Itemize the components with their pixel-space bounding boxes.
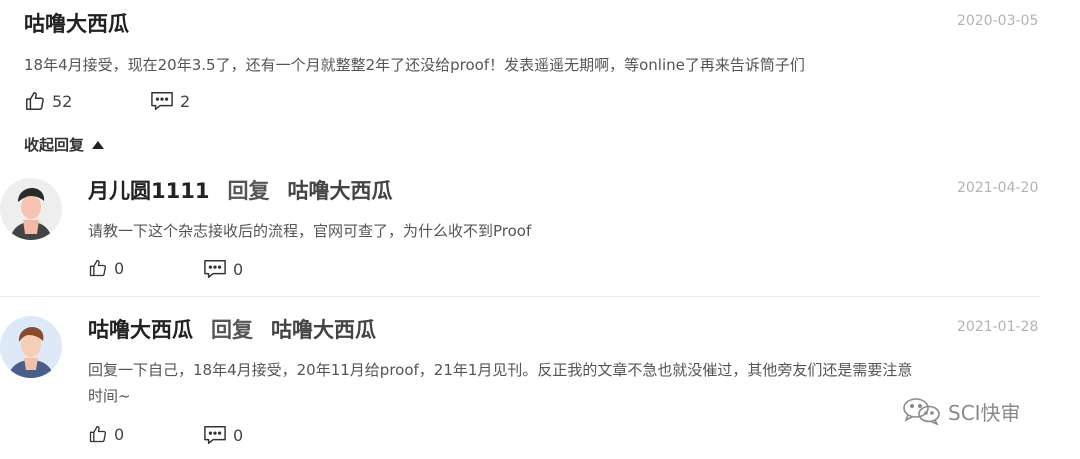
reply-text-line2: 时间~ — [88, 387, 131, 405]
comment-button[interactable]: 0 — [203, 424, 243, 446]
avatar[interactable] — [0, 316, 62, 378]
reply-date: 2021-01-28 — [957, 319, 1039, 335]
comment-count: 2 — [180, 91, 191, 111]
watermark: SCI快审 — [902, 396, 1021, 426]
divider — [0, 296, 1040, 297]
comment-icon — [151, 92, 173, 110]
reply-text: 请教一下这个杂志接收后的流程，官网可查了，为什么收不到Proof — [88, 222, 532, 240]
comment-count: 0 — [233, 425, 244, 445]
like-count: 0 — [114, 258, 125, 278]
collapse-replies-toggle[interactable]: 收起回复 — [24, 134, 105, 155]
like-button[interactable]: 0 — [88, 258, 124, 278]
comment-text: 18年4月接受，现在20年3.5了，还有一个月就整整2年了还没给proof！发表… — [24, 56, 805, 74]
reply-date: 2021-04-20 — [957, 180, 1039, 196]
comment-button[interactable]: 0 — [203, 258, 243, 280]
comment-button[interactable]: 2 — [150, 90, 190, 112]
comment-date: 2020-03-05 — [957, 13, 1039, 29]
avatar[interactable] — [0, 178, 62, 240]
comment-username[interactable]: 咕噜大西瓜 — [24, 8, 129, 38]
reply-word: 回复 — [211, 318, 253, 342]
like-button[interactable]: 0 — [88, 424, 124, 444]
comment-count: 0 — [233, 259, 244, 279]
thumbs-up-icon — [89, 259, 107, 277]
reply-to-username[interactable]: 咕噜大西瓜 — [287, 175, 392, 205]
reply-to-username[interactable]: 咕噜大西瓜 — [271, 314, 376, 344]
comment-icon — [204, 426, 226, 444]
thumbs-up-icon — [26, 92, 44, 110]
like-button[interactable]: 52 — [24, 90, 72, 112]
comment-icon — [204, 260, 226, 278]
like-count: 52 — [52, 91, 73, 111]
watermark-text: SCI快审 — [948, 400, 1021, 425]
reply-text-line1: 回复一下自己，18年4月接受，20年11月给proof，21年1月见刊。反正我的… — [88, 361, 913, 379]
caret-up-icon — [92, 140, 105, 149]
wechat-icon — [903, 398, 940, 426]
reply-word: 回复 — [227, 179, 270, 203]
reply-username[interactable]: 月儿圆1111 — [88, 175, 209, 205]
like-count: 0 — [114, 424, 125, 444]
reply-username[interactable]: 咕噜大西瓜 — [88, 314, 193, 344]
collapse-label: 收起回复 — [24, 136, 85, 154]
thumbs-up-icon — [89, 425, 107, 443]
